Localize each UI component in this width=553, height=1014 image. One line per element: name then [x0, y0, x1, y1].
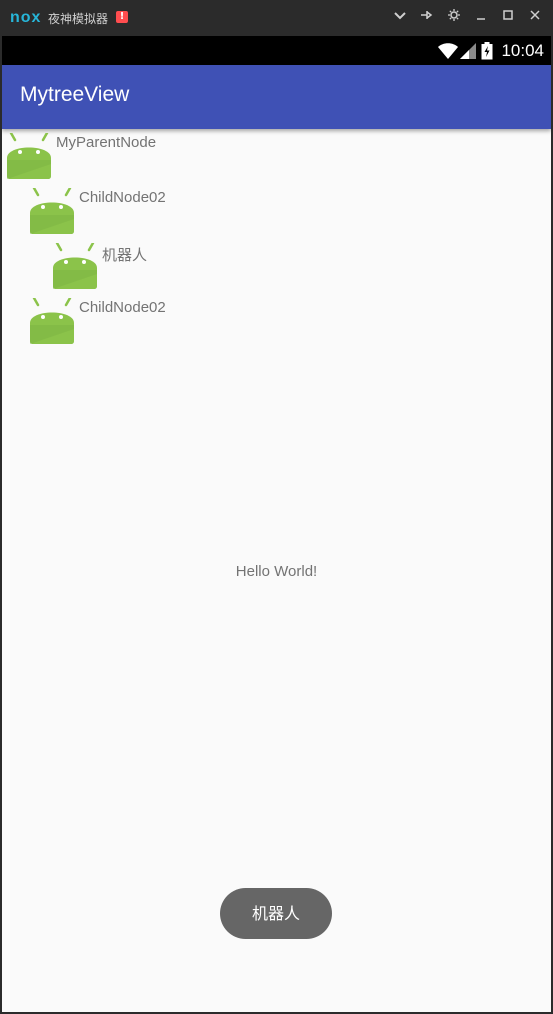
status-time: 10:04	[501, 41, 544, 60]
chevron-down-icon[interactable]	[390, 8, 410, 28]
wifi-icon	[437, 42, 459, 64]
close-icon[interactable]	[525, 8, 545, 28]
emulator-name: 夜神模拟器	[48, 12, 109, 26]
tree-node-label: ChildNode02	[79, 189, 166, 206]
android-screen: 10:04 MytreeView MyParentNode ChildNode0…	[2, 36, 551, 1012]
android-icon	[29, 186, 75, 234]
tree-node-label: 机器人	[102, 247, 148, 264]
toast-message: 机器人	[220, 888, 332, 939]
nox-logo: nox	[10, 9, 42, 26]
minimize-icon[interactable]	[471, 8, 491, 28]
emulator-titlebar: nox 夜神模拟器 !	[0, 0, 553, 36]
app-bar: MytreeView	[2, 65, 551, 129]
status-bar: 10:04	[2, 36, 551, 65]
tree-node-label: MyParentNode	[56, 134, 157, 151]
hello-text: Hello World!	[235, 563, 318, 580]
emulator-window: nox 夜神模拟器 ! 10:04 MytreeView MyParentNod…	[0, 0, 553, 1014]
android-icon	[6, 131, 52, 179]
battery-icon	[481, 42, 493, 64]
app-title: MytreeView	[20, 83, 130, 106]
settings-icon[interactable]	[444, 8, 464, 28]
maximize-icon[interactable]	[498, 8, 518, 28]
signal-icon	[459, 42, 477, 64]
alert-icon[interactable]: !	[116, 11, 128, 23]
tree-node-label: ChildNode02	[79, 299, 166, 316]
android-icon	[52, 241, 98, 289]
pin-icon[interactable]	[416, 8, 436, 28]
android-icon	[29, 296, 75, 344]
